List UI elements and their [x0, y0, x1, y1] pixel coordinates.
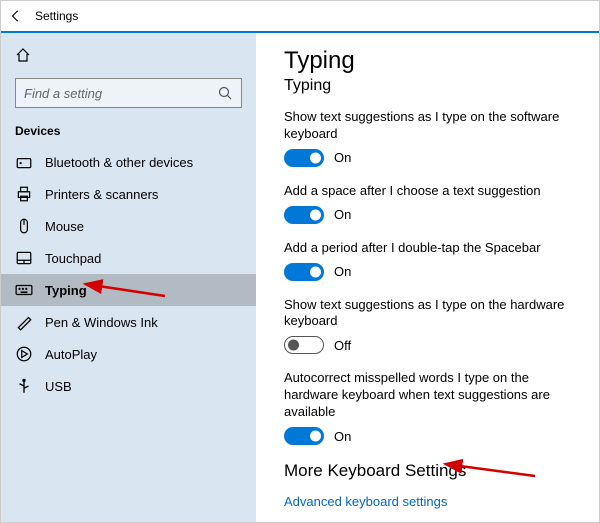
- toggle-switch[interactable]: [284, 336, 324, 354]
- search-icon: [217, 85, 233, 101]
- sidebar-section-label: Devices: [1, 122, 256, 146]
- toggle-state: On: [334, 429, 351, 444]
- search-box[interactable]: [15, 78, 242, 108]
- sidebar-item-autoplay[interactable]: AutoPlay: [1, 338, 256, 370]
- setting-row: Show text suggestions as I type on the s…: [284, 109, 571, 167]
- toggle-state: On: [334, 207, 351, 222]
- setting-label: Autocorrect misspelled words I type on t…: [284, 370, 571, 421]
- more-settings-header: More Keyboard Settings: [284, 461, 571, 481]
- search-input[interactable]: [24, 86, 217, 101]
- autoplay-icon: [15, 345, 33, 363]
- setting-row: Show text suggestions as I type on the h…: [284, 297, 571, 355]
- back-button[interactable]: [1, 1, 31, 31]
- sidebar-item-label: AutoPlay: [45, 347, 97, 362]
- content-pane: Typing Typing Show text suggestions as I…: [256, 33, 599, 522]
- sidebar-item-typing[interactable]: Typing: [1, 274, 256, 306]
- setting-row: Add a period after I double-tap the Spac…: [284, 240, 571, 281]
- toggle-state: On: [334, 150, 351, 165]
- home-icon: [15, 47, 31, 63]
- sidebar-item-label: Printers & scanners: [45, 187, 158, 202]
- setting-label: Add a space after I choose a text sugges…: [284, 183, 571, 200]
- home-button[interactable]: [1, 43, 256, 78]
- window-title: Settings: [35, 9, 78, 23]
- sidebar-item-usb[interactable]: USB: [1, 370, 256, 402]
- titlebar: Settings: [1, 1, 599, 31]
- sidebar-item-mouse[interactable]: Mouse: [1, 210, 256, 242]
- keyboard-icon: [15, 281, 33, 299]
- setting-label: Show text suggestions as I type on the h…: [284, 297, 571, 331]
- setting-label: Add a period after I double-tap the Spac…: [284, 240, 571, 257]
- arrow-left-icon: [9, 9, 23, 23]
- advanced-keyboard-link[interactable]: Advanced keyboard settings: [284, 494, 447, 509]
- toggle-state: Off: [334, 338, 351, 353]
- printer-icon: [15, 185, 33, 203]
- page-subtitle: Typing: [284, 77, 571, 95]
- mouse-icon: [15, 217, 33, 235]
- sidebar-item-touchpad[interactable]: Touchpad: [1, 242, 256, 274]
- usb-icon: [15, 377, 33, 395]
- bluetooth-icon: [15, 153, 33, 171]
- setting-label: Show text suggestions as I type on the s…: [284, 109, 571, 143]
- toggle-switch[interactable]: [284, 427, 324, 445]
- page-title: Typing: [284, 47, 571, 75]
- sidebar-item-printers[interactable]: Printers & scanners: [1, 178, 256, 210]
- sidebar-item-pen[interactable]: Pen & Windows Ink: [1, 306, 256, 338]
- pen-icon: [15, 313, 33, 331]
- sidebar: Devices Bluetooth & other devices Printe…: [1, 33, 256, 522]
- toggle-state: On: [334, 264, 351, 279]
- sidebar-item-label: Bluetooth & other devices: [45, 155, 193, 170]
- sidebar-item-label: Pen & Windows Ink: [45, 315, 158, 330]
- setting-row: Autocorrect misspelled words I type on t…: [284, 370, 571, 445]
- setting-row: Add a space after I choose a text sugges…: [284, 183, 571, 224]
- sidebar-item-label: Touchpad: [45, 251, 101, 266]
- toggle-switch[interactable]: [284, 263, 324, 281]
- touchpad-icon: [15, 249, 33, 267]
- sidebar-item-label: USB: [45, 379, 72, 394]
- sidebar-item-bluetooth[interactable]: Bluetooth & other devices: [1, 146, 256, 178]
- sidebar-item-label: Mouse: [45, 219, 84, 234]
- toggle-switch[interactable]: [284, 206, 324, 224]
- sidebar-item-label: Typing: [45, 283, 87, 298]
- toggle-switch[interactable]: [284, 149, 324, 167]
